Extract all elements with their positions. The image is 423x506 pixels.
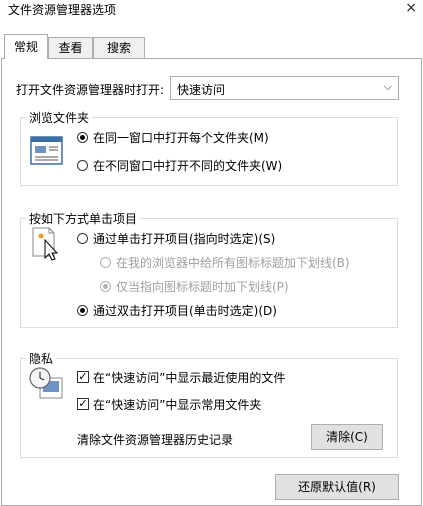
radio-single-click[interactable] (77, 233, 88, 244)
click-items-title: 按如下方式单击项目 (26, 210, 141, 227)
radio-underline-hover[interactable] (100, 281, 111, 292)
tab-search[interactable]: 搜索 (93, 37, 145, 58)
show-recent-label[interactable]: 在“快速访问”中显示最近使用的文件 (93, 369, 285, 386)
close-icon[interactable]: × (405, 0, 417, 16)
privacy-title: 隐私 (26, 350, 57, 367)
show-frequent-label[interactable]: 在“快速访问”中显示常用文件夹 (93, 396, 261, 413)
window-title: 文件资源管理器选项 (8, 3, 117, 17)
restore-defaults-button[interactable]: 还原默认值(R) (275, 474, 399, 500)
chevron-down-icon: ⌵ (383, 80, 392, 93)
open-in-label: 打开文件资源管理器时打开: (16, 83, 165, 97)
browse-folders-title: 浏览文件夹 (26, 109, 93, 126)
radio-same-window[interactable] (77, 132, 88, 143)
single-click-label[interactable]: 通过单击打开项目(指向时选定)(S) (93, 230, 275, 247)
new-window-label[interactable]: 在不同窗口中打开不同的文件夹(W) (93, 157, 282, 174)
underline-browser-label: 在我的浏览器中给所有图标标题加下划线(B) (116, 256, 350, 270)
same-window-label[interactable]: 在同一窗口中打开每个文件夹(M) (93, 129, 269, 146)
double-click-label[interactable]: 通过双击打开项目(单击时选定)(D) (93, 302, 277, 319)
radio-new-window[interactable] (77, 160, 88, 171)
clear-history-label: 清除文件资源管理器历史记录 (77, 433, 234, 447)
tab-view[interactable]: 查看 (48, 37, 93, 58)
show-frequent-checkbox[interactable]: ✓ (77, 398, 89, 410)
open-in-dropdown[interactable]: 快速访问 ⌵ (170, 76, 399, 100)
folder-window-icon (30, 136, 63, 165)
browse-folders-group (20, 117, 398, 186)
radio-underline-browser[interactable] (100, 257, 111, 268)
open-in-value: 快速访问 (177, 83, 226, 97)
history-clock-icon (29, 367, 63, 399)
show-recent-checkbox[interactable]: ✓ (77, 371, 89, 383)
clear-button[interactable]: 清除(C) (311, 424, 383, 450)
tab-general[interactable]: 常规 (4, 34, 48, 59)
underline-hover-label: 仅当指向图标标题时加下划线(P) (116, 280, 289, 294)
click-pointer-icon (32, 227, 59, 261)
radio-double-click[interactable] (77, 305, 88, 316)
